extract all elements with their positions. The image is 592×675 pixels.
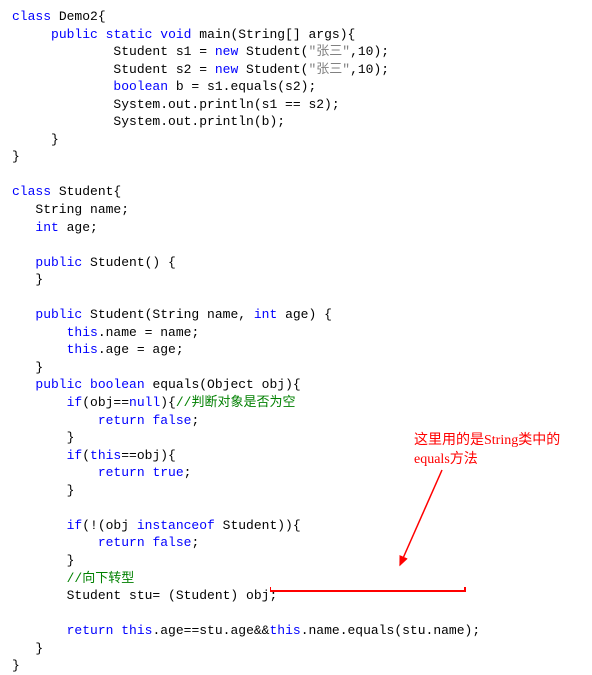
code-block: class Demo2{ public static void main(Str… (12, 8, 580, 675)
annotation-text: 这里用的是String类中的 equals方法 (414, 432, 592, 470)
